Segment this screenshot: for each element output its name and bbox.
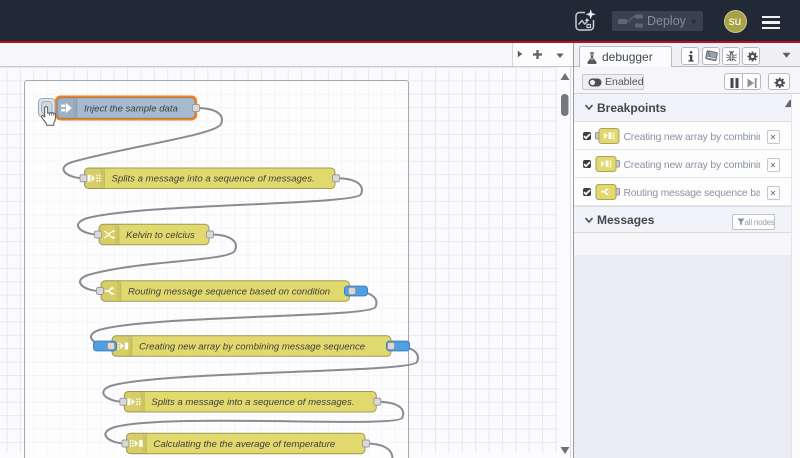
svg-text:Calculating the the average of: Calculating the the average of temperatu… xyxy=(153,439,335,450)
svg-text:Creating new array by combinin: Creating new array by combining message … xyxy=(139,341,365,352)
svg-text:Kelvin to celcius: Kelvin to celcius xyxy=(126,230,195,241)
svg-text:Splits a message into a sequen: Splits a message into a sequence of mess… xyxy=(151,397,354,408)
svg-text:Routing message sequence based: Routing message sequence based on condit… xyxy=(128,286,330,297)
svg-text:Splits a message into a sequen: Splits a message into a sequence of mess… xyxy=(112,174,315,185)
svg-text:Inject the sample data: Inject the sample data xyxy=(84,103,178,114)
